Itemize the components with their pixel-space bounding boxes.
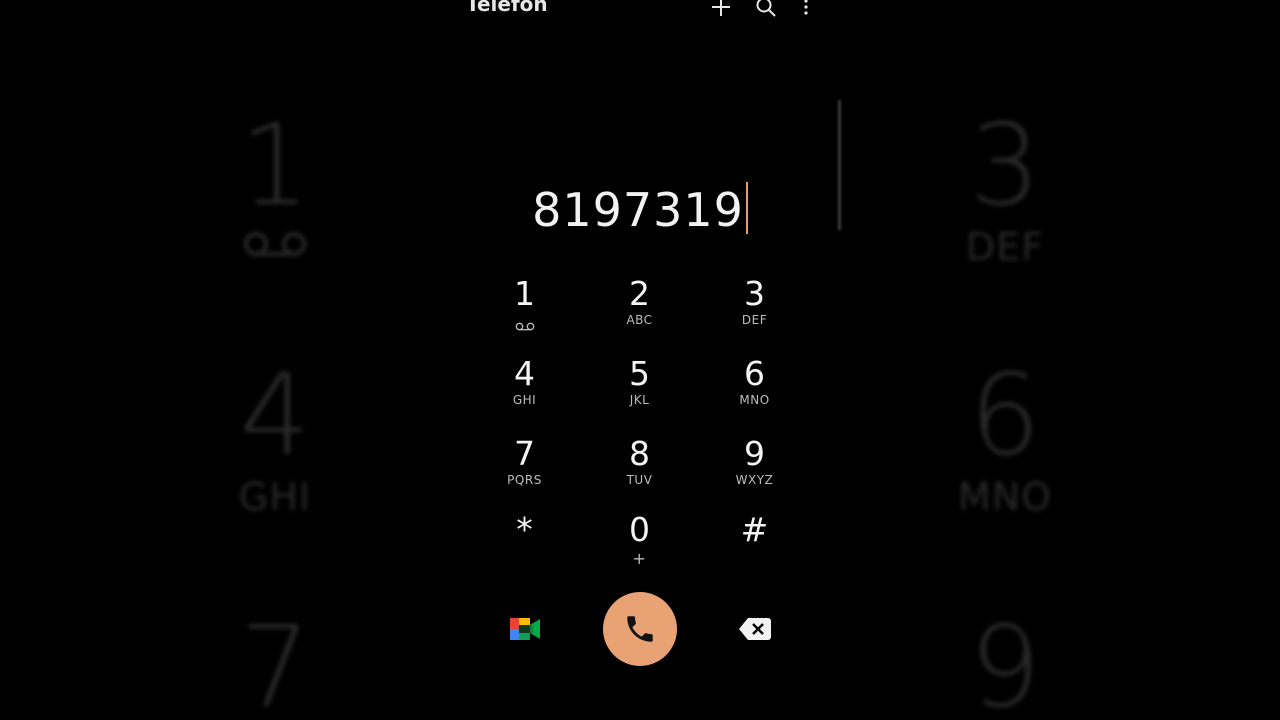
key-5[interactable]: 5 JKL — [582, 354, 697, 426]
key-letters: JKL — [629, 393, 650, 407]
search-icon[interactable] — [753, 0, 779, 20]
key-digit: 0 — [629, 510, 650, 549]
key-digit: 3 — [744, 274, 765, 313]
backspace-icon[interactable] — [738, 616, 772, 642]
call-button[interactable] — [603, 592, 677, 666]
key-digit: 2 — [629, 274, 650, 313]
google-meet-icon[interactable] — [508, 614, 542, 644]
voicemail-icon — [242, 230, 308, 260]
key-digit: 6 — [744, 354, 765, 393]
key-letters: ABC — [626, 313, 653, 327]
key-letters: DEF — [741, 313, 768, 327]
key-digit: 4 — [514, 354, 535, 393]
key-digit: 9 — [744, 434, 765, 473]
voicemail-icon — [515, 316, 535, 331]
key-letters: PQRS — [507, 473, 542, 487]
key-letters: MNO — [739, 393, 770, 407]
key-digit: # — [740, 510, 769, 549]
dialed-number-field[interactable]: 8197319 — [430, 180, 850, 240]
dialed-number: 8197319 — [532, 183, 744, 237]
app-title: Telefon — [466, 0, 548, 16]
bg-key-9: 9 — [969, 603, 1041, 720]
phone-icon — [627, 616, 653, 642]
key-digit: 1 — [514, 274, 535, 313]
key-7[interactable]: 7 PQRS — [467, 434, 582, 506]
key-letters: TUV — [626, 473, 653, 487]
key-3[interactable]: 3 DEF — [697, 274, 812, 346]
key-letters: GHI — [512, 393, 537, 407]
key-star[interactable]: * — [467, 510, 582, 582]
key-4[interactable]: 4 GHI — [467, 354, 582, 426]
bg-key-1: 1 — [215, 110, 335, 260]
key-digit: 8 — [629, 434, 650, 473]
key-9[interactable]: 9 WXYZ — [697, 434, 812, 506]
key-2[interactable]: 2 ABC — [582, 274, 697, 346]
key-1[interactable]: 1 — [467, 274, 582, 346]
key-6[interactable]: 6 MNO — [697, 354, 812, 426]
bg-key-7: 7 — [239, 603, 311, 720]
plus-icon[interactable] — [708, 0, 734, 20]
key-hash[interactable]: # — [697, 510, 812, 582]
more-vertical-icon[interactable] — [793, 0, 819, 20]
key-letters: + — [632, 549, 647, 568]
bg-key-6: 6 MNO — [957, 351, 1053, 519]
key-0[interactable]: 0 + — [582, 510, 697, 582]
text-cursor — [745, 182, 748, 234]
dialer-app: Telefon 8197319 1 2 ABC 3 DEF 4 GHI 5 JK… — [430, 0, 850, 720]
key-8[interactable]: 8 TUV — [582, 434, 697, 506]
bg-key-4: 4 GHI — [238, 351, 312, 519]
key-digit: 7 — [514, 434, 535, 473]
app-bar: Telefon — [430, 0, 850, 24]
key-letters: WXYZ — [735, 473, 774, 487]
bg-key-3: 3 DEF — [965, 101, 1045, 269]
screen: 1 3 DEF 4 GHI 6 MNO 7 9 Telefon 8197319 … — [0, 0, 1280, 720]
key-digit: 5 — [629, 354, 650, 393]
key-digit: * — [516, 510, 533, 549]
action-row — [430, 592, 850, 666]
